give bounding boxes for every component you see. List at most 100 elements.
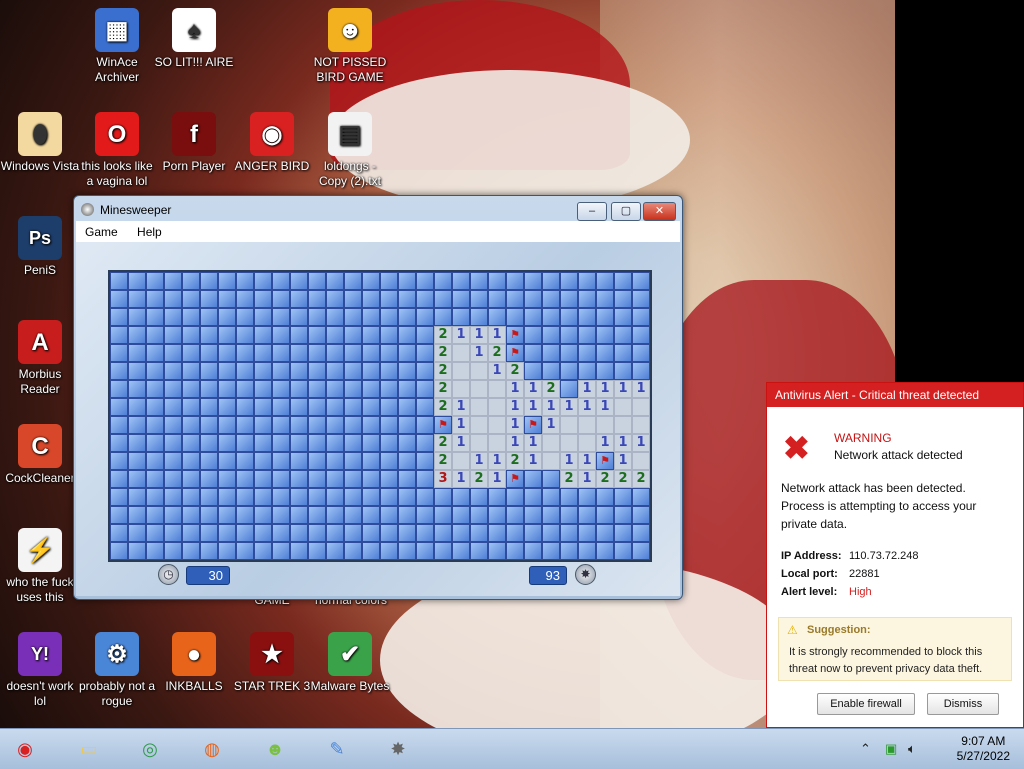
- unopened-cell[interactable]: [110, 362, 128, 380]
- unopened-cell[interactable]: [344, 524, 362, 542]
- number-cell[interactable]: 1: [488, 362, 506, 380]
- title-bar[interactable]: Minesweeper – ▢ ✕: [74, 196, 682, 222]
- unopened-cell[interactable]: [128, 272, 146, 290]
- empty-cell[interactable]: [452, 452, 470, 470]
- unopened-cell[interactable]: [578, 506, 596, 524]
- unopened-cell[interactable]: [308, 506, 326, 524]
- unopened-cell[interactable]: [524, 542, 542, 560]
- unopened-cell[interactable]: [308, 380, 326, 398]
- unopened-cell[interactable]: [236, 542, 254, 560]
- unopened-cell[interactable]: [380, 470, 398, 488]
- unopened-cell[interactable]: [200, 434, 218, 452]
- empty-cell[interactable]: [452, 380, 470, 398]
- unopened-cell[interactable]: [272, 344, 290, 362]
- unopened-cell[interactable]: [398, 434, 416, 452]
- unopened-cell[interactable]: [128, 398, 146, 416]
- unopened-cell[interactable]: [218, 452, 236, 470]
- unopened-cell[interactable]: [596, 506, 614, 524]
- unopened-cell[interactable]: [632, 308, 650, 326]
- number-cell[interactable]: 1: [470, 344, 488, 362]
- unopened-cell[interactable]: [182, 362, 200, 380]
- number-cell[interactable]: 1: [560, 452, 578, 470]
- unopened-cell[interactable]: [560, 524, 578, 542]
- empty-cell[interactable]: [614, 416, 632, 434]
- number-cell[interactable]: 2: [434, 452, 452, 470]
- unopened-cell[interactable]: [632, 290, 650, 308]
- number-cell[interactable]: 2: [488, 344, 506, 362]
- desktop-icon[interactable]: C CockCleaner: [0, 424, 80, 486]
- flagged-cell[interactable]: ⚑: [596, 452, 614, 470]
- empty-cell[interactable]: [614, 398, 632, 416]
- unopened-cell[interactable]: [218, 344, 236, 362]
- empty-cell[interactable]: [470, 398, 488, 416]
- unopened-cell[interactable]: [506, 308, 524, 326]
- unopened-cell[interactable]: [110, 470, 128, 488]
- unopened-cell[interactable]: [416, 434, 434, 452]
- unopened-cell[interactable]: [632, 362, 650, 380]
- unopened-cell[interactable]: [560, 488, 578, 506]
- unopened-cell[interactable]: [128, 452, 146, 470]
- number-cell[interactable]: 1: [614, 380, 632, 398]
- unopened-cell[interactable]: [326, 362, 344, 380]
- unopened-cell[interactable]: [362, 542, 380, 560]
- unopened-cell[interactable]: [146, 542, 164, 560]
- unopened-cell[interactable]: [290, 434, 308, 452]
- unopened-cell[interactable]: [416, 290, 434, 308]
- empty-cell[interactable]: [542, 452, 560, 470]
- unopened-cell[interactable]: [164, 362, 182, 380]
- unopened-cell[interactable]: [182, 524, 200, 542]
- unopened-cell[interactable]: [380, 452, 398, 470]
- unopened-cell[interactable]: [344, 380, 362, 398]
- unopened-cell[interactable]: [326, 452, 344, 470]
- unopened-cell[interactable]: [218, 290, 236, 308]
- unopened-cell[interactable]: [614, 506, 632, 524]
- unopened-cell[interactable]: [542, 488, 560, 506]
- unopened-cell[interactable]: [398, 488, 416, 506]
- number-cell[interactable]: 2: [560, 470, 578, 488]
- unopened-cell[interactable]: [308, 434, 326, 452]
- unopened-cell[interactable]: [236, 416, 254, 434]
- number-cell[interactable]: 1: [452, 470, 470, 488]
- number-cell[interactable]: 1: [596, 434, 614, 452]
- unopened-cell[interactable]: [596, 524, 614, 542]
- number-cell[interactable]: 2: [434, 362, 452, 380]
- unopened-cell[interactable]: [110, 506, 128, 524]
- unopened-cell[interactable]: [272, 452, 290, 470]
- unopened-cell[interactable]: [200, 272, 218, 290]
- unopened-cell[interactable]: [290, 344, 308, 362]
- desktop-icon[interactable]: ▤ loldongs - Copy (2).txt: [310, 112, 390, 189]
- unopened-cell[interactable]: [542, 344, 560, 362]
- unopened-cell[interactable]: [164, 416, 182, 434]
- unopened-cell[interactable]: [110, 398, 128, 416]
- file-explorer-icon[interactable]: ▭: [72, 733, 106, 765]
- number-cell[interactable]: 2: [434, 398, 452, 416]
- empty-cell[interactable]: [488, 416, 506, 434]
- unopened-cell[interactable]: [434, 542, 452, 560]
- unopened-cell[interactable]: [398, 272, 416, 290]
- unopened-cell[interactable]: [560, 380, 578, 398]
- unopened-cell[interactable]: [326, 416, 344, 434]
- unopened-cell[interactable]: [506, 290, 524, 308]
- unopened-cell[interactable]: [272, 488, 290, 506]
- unopened-cell[interactable]: [578, 488, 596, 506]
- unopened-cell[interactable]: [614, 326, 632, 344]
- unopened-cell[interactable]: [614, 524, 632, 542]
- unopened-cell[interactable]: [596, 308, 614, 326]
- unopened-cell[interactable]: [398, 398, 416, 416]
- unopened-cell[interactable]: [416, 380, 434, 398]
- number-cell[interactable]: 1: [596, 380, 614, 398]
- empty-cell[interactable]: [542, 434, 560, 452]
- unopened-cell[interactable]: [236, 272, 254, 290]
- unopened-cell[interactable]: [578, 290, 596, 308]
- unopened-cell[interactable]: [290, 290, 308, 308]
- unopened-cell[interactable]: [326, 308, 344, 326]
- unopened-cell[interactable]: [362, 452, 380, 470]
- unopened-cell[interactable]: [326, 542, 344, 560]
- unopened-cell[interactable]: [164, 470, 182, 488]
- unopened-cell[interactable]: [344, 290, 362, 308]
- unopened-cell[interactable]: [164, 326, 182, 344]
- unopened-cell[interactable]: [200, 452, 218, 470]
- unopened-cell[interactable]: [578, 362, 596, 380]
- unopened-cell[interactable]: [326, 272, 344, 290]
- unopened-cell[interactable]: [470, 524, 488, 542]
